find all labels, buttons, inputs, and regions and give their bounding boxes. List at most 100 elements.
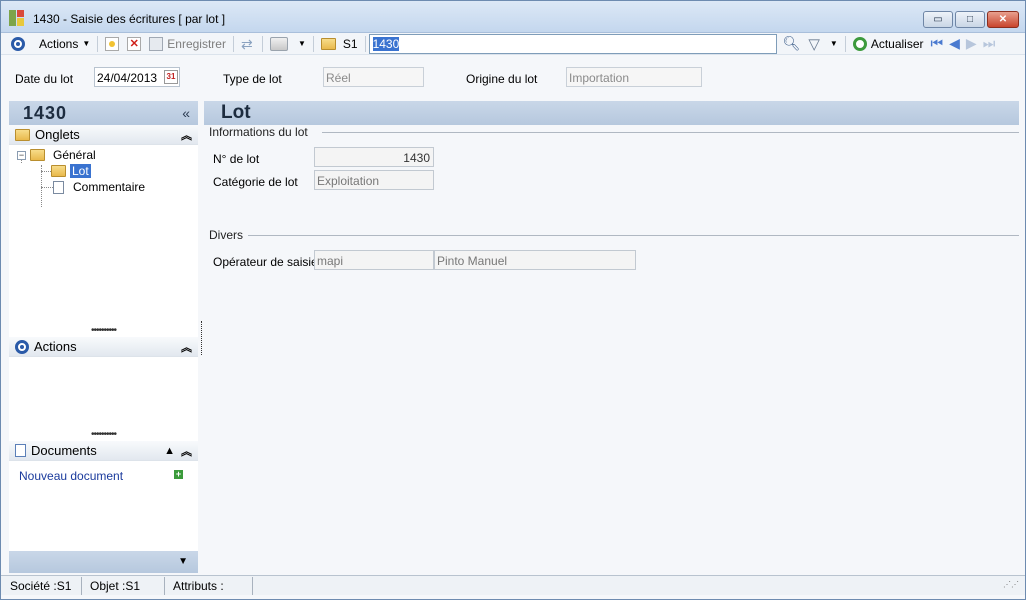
toolbar-separator — [232, 35, 234, 52]
documents-section-body: Nouveau document + — [9, 461, 198, 537]
new-document-link[interactable]: Nouveau document — [19, 469, 123, 483]
delete-button[interactable]: ✕ — [123, 34, 145, 54]
tabs-section-header[interactable]: Onglets ︽ — [9, 125, 198, 145]
chevron-down-icon[interactable]: ▼ — [178, 556, 188, 567]
status-bar: Société :S1 Objet :S1 Attributs : ⋰⋰ — [1, 575, 1025, 595]
new-document-icon — [105, 36, 120, 51]
status-company: Société :S1 — [1, 576, 82, 595]
toolbar-separator — [261, 35, 263, 52]
tabs-section-title: Onglets — [35, 127, 80, 142]
window-resize-grip[interactable]: ⋰⋰ — [1003, 580, 1019, 589]
tree-node-general[interactable]: − Général — [17, 148, 96, 162]
info-group-title: Informations du lot — [209, 125, 308, 139]
actions-menu-button[interactable]: Actions ▼ — [1, 34, 94, 54]
filter-button[interactable]: ▽ ▼ — [804, 34, 841, 54]
window-title: 1430 - Saisie des écritures [ par lot ] — [33, 12, 226, 26]
category-field: Exploitation — [314, 170, 434, 190]
search-button[interactable]: 🔍︎ — [779, 34, 805, 54]
tree-node-label: Commentaire — [73, 180, 146, 194]
first-record-icon[interactable]: ⏮ — [928, 35, 947, 52]
folder-icon — [15, 128, 30, 141]
tabs-tree: − Général Lot Commentaire — [9, 145, 198, 329]
application-window: 1430 - Saisie des écritures [ par lot ] … — [0, 0, 1026, 600]
toolbar-separator — [312, 35, 314, 52]
last-record-icon[interactable]: ⏭ — [980, 35, 999, 52]
collapse-section-icon[interactable]: ︽ — [181, 443, 192, 459]
minimize-button[interactable]: ▭ — [923, 11, 953, 28]
chevron-down-icon: ▼ — [297, 39, 306, 48]
actions-icon — [15, 339, 29, 354]
company-label: S1 — [342, 36, 358, 51]
actions-section-title: Actions — [34, 339, 77, 354]
date-field[interactable]: 24/04/2013 31 — [94, 67, 180, 87]
toolbar-separator — [364, 35, 366, 52]
record-number: 1430 — [23, 102, 68, 123]
actions-menu-label: Actions — [39, 36, 79, 51]
next-record-icon[interactable]: ▶ — [963, 35, 980, 52]
delete-icon: ✕ — [127, 36, 142, 51]
search-icon: 🔍︎ — [782, 35, 801, 51]
group-divider — [322, 132, 1019, 133]
chevron-down-icon: ▼ — [829, 39, 838, 48]
print-button[interactable]: ▼ — [266, 34, 310, 54]
status-object: Objet :S1 — [82, 576, 165, 595]
collapse-section-icon[interactable]: ︽ — [181, 127, 192, 143]
misc-group-title: Divers — [209, 228, 244, 242]
tree-node-commentaire[interactable]: Commentaire — [53, 180, 145, 194]
folder-icon — [30, 149, 45, 161]
status-attributes: Attributs : — [165, 576, 253, 595]
new-record-button[interactable] — [101, 34, 123, 54]
sidebar: 1430 « Onglets ︽ − Général Lot Commentai… — [9, 101, 198, 573]
save-label: Enregistrer — [167, 36, 226, 51]
tree-node-label: Général — [53, 148, 96, 162]
category-label: Catégorie de lot — [213, 175, 298, 189]
filter-icon: ▽ — [808, 35, 820, 53]
origin-field: Importation — [566, 67, 702, 87]
folder-icon — [320, 37, 336, 50]
chevron-up-icon[interactable]: ▲ — [164, 445, 175, 457]
save-button[interactable]: Enregistrer — [145, 34, 230, 54]
date-value: 24/04/2013 — [97, 71, 158, 85]
lot-number-label: N° de lot — [213, 152, 260, 166]
close-button[interactable]: ✕ — [987, 11, 1019, 28]
documents-section-title: Documents — [31, 443, 97, 458]
search-input-value: 1430 — [372, 36, 400, 51]
company-button[interactable]: S1 — [317, 34, 362, 54]
sidebar-header: 1430 « — [9, 101, 198, 125]
refresh-button[interactable]: Actualiser — [849, 34, 928, 54]
sync-icon: ⇄ — [240, 35, 253, 52]
operator-label: Opérateur de saisie — [213, 255, 318, 269]
date-label: Date du lot — [15, 72, 74, 86]
tree-node-lot[interactable]: Lot — [51, 164, 91, 178]
lot-header: Date du lot 24/04/2013 31 Type de lot Ré… — [1, 57, 1025, 99]
collapse-sidebar-icon[interactable]: « — [182, 105, 190, 121]
origin-label: Origine du lot — [466, 72, 538, 86]
main-panel: Lot Informations du lot N° de lot 1430 C… — [204, 101, 1019, 573]
type-label: Type de lot — [223, 72, 282, 86]
maximize-button[interactable]: □ — [955, 11, 985, 28]
operator-name-field: Pinto Manuel — [434, 250, 636, 270]
actions-section-header[interactable]: Actions ︽ — [9, 337, 198, 357]
tree-node-label: Lot — [70, 164, 91, 178]
actions-section-body — [9, 357, 198, 433]
calendar-icon[interactable]: 31 — [164, 70, 178, 84]
window-controls: ▭ □ ✕ — [923, 11, 1019, 28]
toolbar-separator — [844, 35, 846, 52]
page-title: Lot — [204, 101, 1019, 125]
add-icon[interactable]: + — [174, 470, 183, 479]
tree-collapse-icon[interactable]: − — [17, 150, 26, 160]
previous-record-icon[interactable]: ◀ — [946, 35, 963, 52]
sidebar-footer: ▼ — [9, 551, 198, 573]
panel-splitter[interactable] — [201, 321, 202, 355]
search-input[interactable]: 1430 — [368, 33, 777, 54]
resize-grip[interactable]: •••••••••• — [9, 326, 198, 337]
sync-button[interactable]: ⇄ — [237, 34, 259, 54]
group-divider — [248, 235, 1019, 236]
refresh-icon — [852, 36, 867, 51]
open-folder-icon — [51, 165, 66, 177]
documents-section-header[interactable]: Documents ▲ ︽ — [9, 441, 198, 461]
collapse-section-icon[interactable]: ︽ — [181, 339, 192, 355]
document-icon — [15, 444, 26, 457]
resize-grip[interactable]: •••••••••• — [9, 430, 198, 441]
title-bar: 1430 - Saisie des écritures [ par lot ] … — [1, 1, 1025, 33]
